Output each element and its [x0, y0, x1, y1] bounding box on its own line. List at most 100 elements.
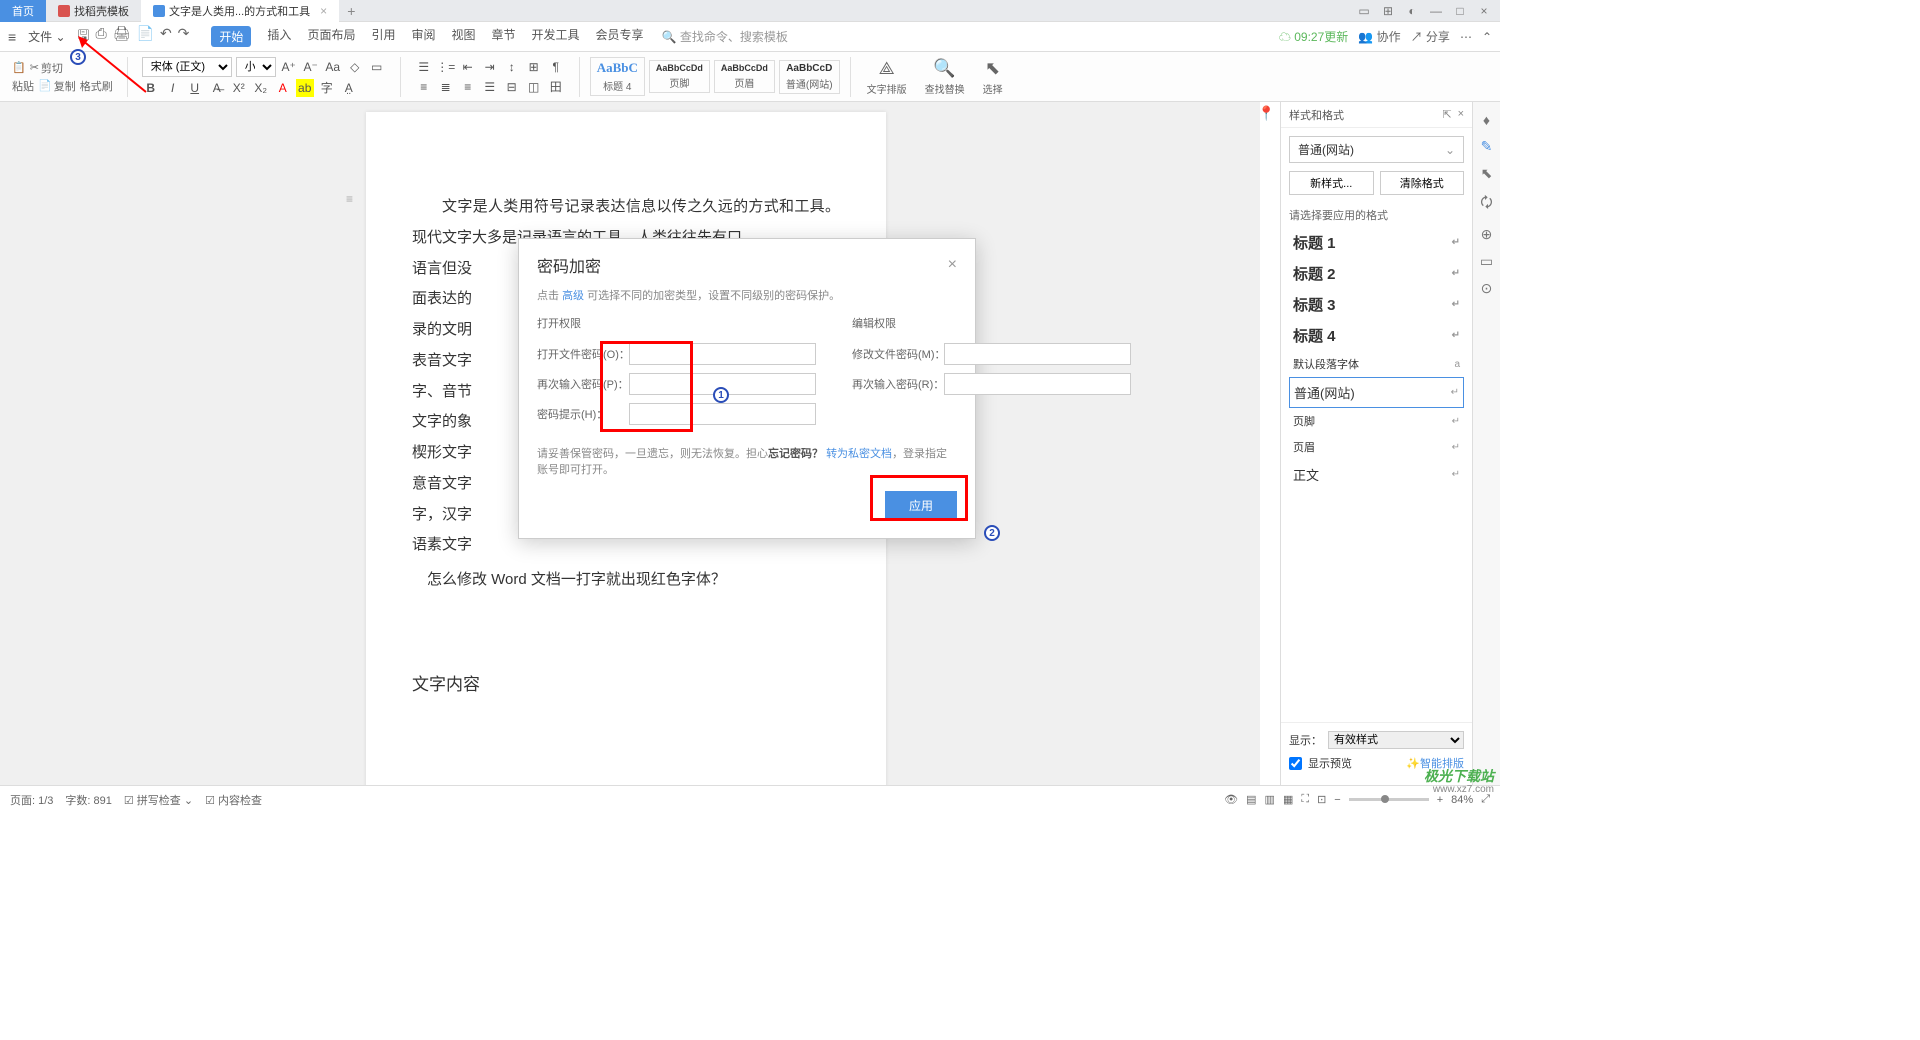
- view-page-icon[interactable]: ▤: [1246, 793, 1256, 806]
- style-item-h2[interactable]: 标题 2↵: [1289, 258, 1464, 289]
- side-review-icon[interactable]: ⊕: [1481, 226, 1493, 243]
- advanced-link[interactable]: 高级: [562, 290, 584, 302]
- select-button[interactable]: ⬉选择: [977, 58, 1009, 96]
- style-item-h4[interactable]: 标题 4↵: [1289, 320, 1464, 351]
- borders-icon[interactable]: 田: [547, 78, 565, 96]
- phonetic-icon[interactable]: A̤: [340, 79, 358, 97]
- clear-format-icon[interactable]: ◇: [346, 58, 364, 76]
- style-heading4[interactable]: AaBbC标题 4: [590, 57, 645, 96]
- side-user-icon[interactable]: ♦: [1483, 112, 1490, 128]
- menu-tab-insert[interactable]: 插入: [267, 26, 291, 47]
- close-icon[interactable]: ×: [320, 4, 327, 18]
- tab-home[interactable]: 首页: [0, 0, 46, 22]
- style-item-footer[interactable]: 页脚↵: [1289, 408, 1464, 434]
- open-password-input[interactable]: [629, 343, 816, 365]
- zoom-slider[interactable]: [1349, 798, 1429, 801]
- menu-tab-reference[interactable]: 引用: [371, 26, 395, 47]
- new-style-button[interactable]: 新样式...: [1289, 171, 1374, 195]
- outdent-icon[interactable]: ⇤: [459, 58, 477, 76]
- show-marks-icon[interactable]: ¶: [547, 58, 565, 76]
- style-footer[interactable]: AaBbCcDd页脚: [649, 60, 710, 93]
- undo-icon[interactable]: ↶: [160, 25, 172, 49]
- cut-button[interactable]: ✂ 剪切: [30, 60, 63, 76]
- edit-password-input[interactable]: [944, 343, 1131, 365]
- view-full-icon[interactable]: ⛶: [1301, 793, 1309, 806]
- tab-document[interactable]: 文字是人类用...的方式和工具×: [141, 0, 339, 22]
- view-outline-icon[interactable]: ▦: [1283, 793, 1293, 806]
- tab-templates[interactable]: 找稻壳模板: [46, 0, 141, 22]
- panel-close-icon[interactable]: ×: [1458, 108, 1464, 121]
- change-case-icon[interactable]: Aa: [324, 58, 342, 76]
- side-bookmark-icon[interactable]: ▭: [1480, 253, 1493, 270]
- menu-search[interactable]: 🔍 查找命令、搜索模板: [662, 28, 788, 45]
- superscript-icon[interactable]: X²: [230, 79, 248, 97]
- save-icon[interactable]: 🖫: [78, 25, 90, 49]
- char-border-icon[interactable]: 字: [318, 79, 336, 97]
- menu-tab-view[interactable]: 视图: [451, 26, 475, 47]
- status-spell[interactable]: ☑ 拼写检查 ⌄: [124, 792, 193, 808]
- print-preview-icon[interactable]: ⎙: [96, 25, 107, 49]
- style-normal[interactable]: AaBbCcD普通(网站): [779, 60, 840, 94]
- page-handle-icon[interactable]: ≡: [346, 192, 360, 206]
- menu-tab-layout[interactable]: 页面布局: [307, 26, 355, 47]
- font-family-select[interactable]: 宋体 (正文): [142, 57, 232, 77]
- side-search-icon[interactable]: ⬉: [1481, 165, 1493, 182]
- tab-add[interactable]: +: [339, 3, 363, 19]
- line-spacing-icon[interactable]: ↕: [503, 58, 521, 76]
- style-item-h3[interactable]: 标题 3↵: [1289, 289, 1464, 320]
- italic-icon[interactable]: I: [164, 79, 182, 97]
- side-edit-icon[interactable]: ✎: [1481, 138, 1493, 155]
- side-translate-icon[interactable]: 🗘: [1480, 192, 1493, 216]
- zoom-in-icon[interactable]: +: [1437, 794, 1443, 806]
- justify-icon[interactable]: ☰: [481, 78, 499, 96]
- zoom-value[interactable]: 84%: [1451, 794, 1473, 806]
- subscript-icon[interactable]: X₂: [252, 79, 270, 97]
- distribute-icon[interactable]: ⊟: [503, 78, 521, 96]
- cloud-sync-icon[interactable]: ☁ 09:27更新: [1279, 28, 1348, 45]
- status-content[interactable]: ☑ 内容检查: [205, 792, 262, 808]
- tab-icon[interactable]: ⊞: [525, 58, 543, 76]
- close-window-icon[interactable]: ×: [1476, 4, 1492, 18]
- maximize-icon[interactable]: □: [1452, 4, 1468, 18]
- copy-button[interactable]: 📄复制: [38, 78, 76, 94]
- strike-icon[interactable]: A̶: [208, 79, 226, 97]
- font-size-select[interactable]: 小二: [236, 57, 276, 77]
- panel-current-style[interactable]: 普通(网站)⌄: [1289, 136, 1464, 163]
- format-brush[interactable]: 格式刷: [80, 78, 113, 94]
- collapse-icon[interactable]: ⌃: [1482, 30, 1492, 44]
- menu-tab-review[interactable]: 审阅: [411, 26, 435, 47]
- align-center-icon[interactable]: ≣: [437, 78, 455, 96]
- align-right-icon[interactable]: ≡: [459, 78, 477, 96]
- side-more-icon[interactable]: ⊙: [1481, 280, 1493, 297]
- redo-icon[interactable]: ↷: [178, 25, 190, 49]
- number-list-icon[interactable]: ⋮=: [437, 58, 455, 76]
- shading-icon[interactable]: ◫: [525, 78, 543, 96]
- panel-pin-icon[interactable]: ⇱: [1442, 108, 1451, 121]
- font-color-icon[interactable]: A: [274, 79, 292, 97]
- view-read-icon[interactable]: 👁: [1224, 793, 1238, 806]
- edit-password-confirm-input[interactable]: [944, 373, 1131, 395]
- underline-icon[interactable]: U: [186, 79, 204, 97]
- highlight-icon[interactable]: ab: [296, 79, 314, 97]
- layout-icon[interactable]: ▭: [1356, 4, 1372, 18]
- bullet-list-icon[interactable]: ☰: [415, 58, 433, 76]
- border-icon[interactable]: ▭: [368, 58, 386, 76]
- style-item-parafont[interactable]: 默认段落字体a: [1289, 351, 1464, 377]
- apply-button[interactable]: 应用: [885, 491, 957, 520]
- grow-font-icon[interactable]: A⁺: [280, 58, 298, 76]
- style-item-normal-web[interactable]: 普通(网站)↵: [1289, 377, 1464, 408]
- style-item-header[interactable]: 页眉↵: [1289, 434, 1464, 460]
- file-menu[interactable]: 文件 ⌄: [22, 26, 71, 47]
- coop-button[interactable]: 👥 协作: [1358, 28, 1400, 45]
- align-left-icon[interactable]: ≡: [415, 78, 433, 96]
- avatar-icon[interactable]: ◐: [1404, 4, 1420, 18]
- hamburger-icon[interactable]: ≡: [8, 29, 16, 45]
- indent-icon[interactable]: ⇥: [481, 58, 499, 76]
- style-item-body[interactable]: 正文↵: [1289, 460, 1464, 489]
- preview-checkbox[interactable]: [1289, 757, 1302, 770]
- print-icon[interactable]: 🖨: [113, 25, 131, 49]
- minimize-icon[interactable]: —: [1428, 4, 1444, 18]
- style-item-h1[interactable]: 标题 1↵: [1289, 227, 1464, 258]
- paste-label[interactable]: 粘贴: [12, 78, 34, 94]
- password-hint-input[interactable]: [629, 403, 816, 425]
